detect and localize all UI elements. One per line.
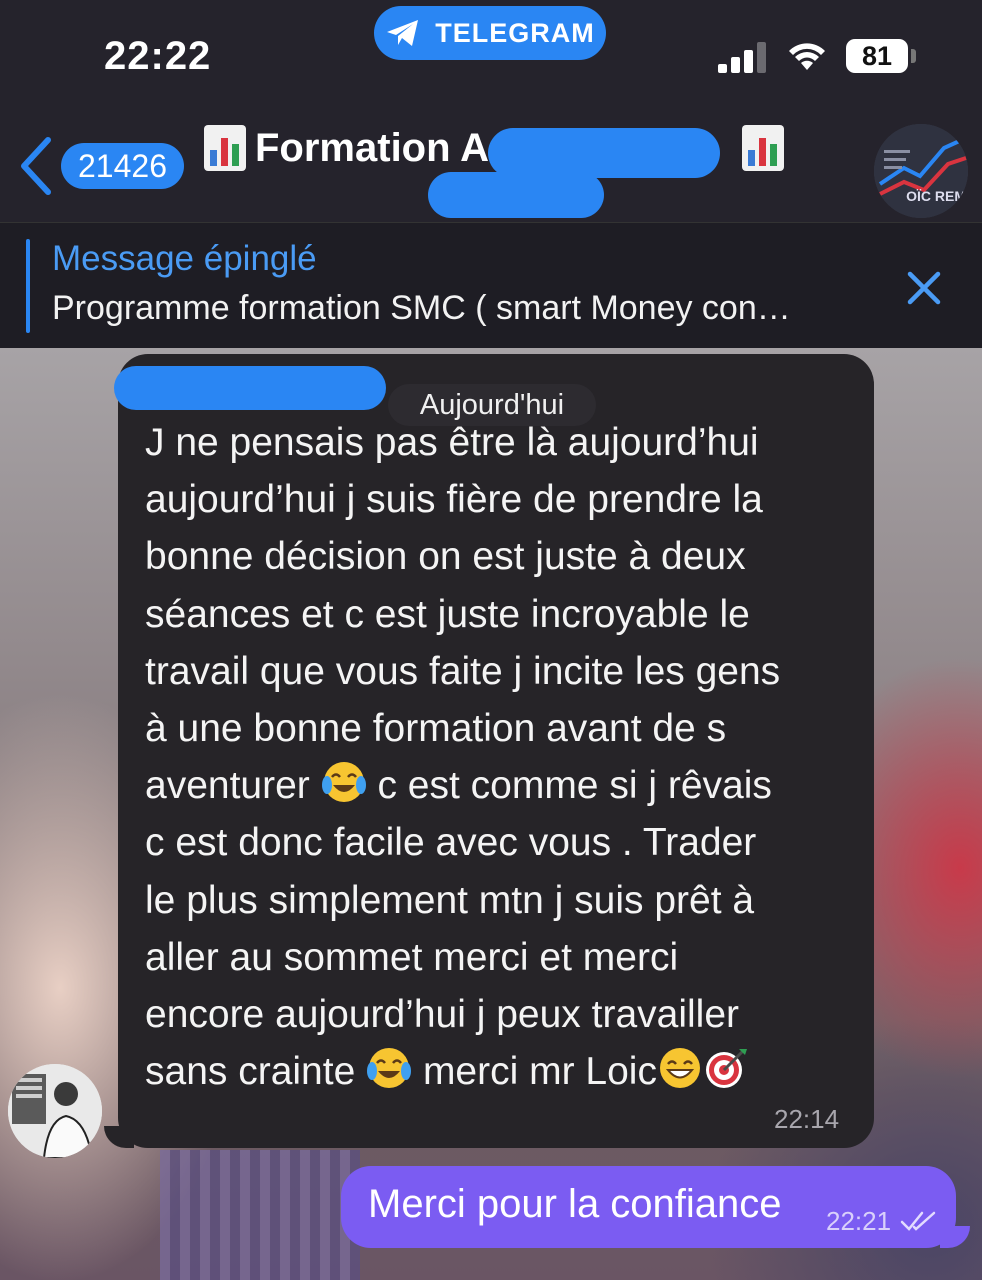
message-fragment: merci mr Loic xyxy=(412,1050,657,1094)
bar-chart-icon xyxy=(204,125,246,171)
outgoing-message-text: Merci pour la confiance xyxy=(368,1182,782,1226)
message-line: aller au sommet merci et merci xyxy=(145,935,679,979)
bar-chart-icon xyxy=(742,125,784,171)
message-fragment: aventurer xyxy=(145,764,321,808)
wifi-icon xyxy=(789,43,825,70)
tears-of-joy-emoji-icon xyxy=(321,762,366,803)
close-icon[interactable] xyxy=(904,268,944,308)
double-check-icon xyxy=(900,1211,936,1231)
message-line: à une bonne formation avant de s xyxy=(145,707,727,751)
redaction-scribble xyxy=(114,366,386,410)
message-fragment: c est comme si j rêvais xyxy=(366,764,772,808)
redaction-scribble xyxy=(488,128,720,178)
telegram-label: TELEGRAM xyxy=(435,17,595,48)
message-line: aventurer c est comme si j rêvais xyxy=(145,757,857,814)
battery-icon: 81 xyxy=(846,39,908,73)
message-fragment: sans crainte xyxy=(145,1050,367,1094)
battery-tip xyxy=(911,49,916,63)
redaction-scribble xyxy=(428,172,604,218)
message-line: le plus simplement mtn j suis prêt à xyxy=(145,878,755,922)
pinned-title: Message épinglé xyxy=(52,239,317,278)
direct-hit-emoji-icon xyxy=(705,1049,747,1089)
message-line: J ne pensais pas être là aujourd’hui xyxy=(145,421,759,464)
pinned-text: Programme formation SMC ( smart Money co… xyxy=(52,289,791,327)
message-line: bonne décision on est juste à deux xyxy=(145,535,746,579)
pinned-accent-line xyxy=(26,239,30,333)
message-line: aujourd’hui j suis fière de prendre la xyxy=(145,478,763,522)
message-line: encore aujourd’hui j peux travailler xyxy=(145,993,740,1037)
sender-avatar-image xyxy=(8,1064,102,1158)
pinned-message-bar[interactable]: Message épinglé Programme formation SMC … xyxy=(0,222,982,348)
wallpaper-detail xyxy=(160,1150,360,1280)
status-time: 22:22 xyxy=(104,34,212,78)
back-chevron-icon[interactable] xyxy=(18,136,54,196)
message-line: c est donc facile avec vous . Trader xyxy=(145,821,757,865)
incoming-message-text: J ne pensais pas être là aujourd’hui auj… xyxy=(145,414,857,1100)
incoming-message-time: 22:14 xyxy=(774,1104,840,1134)
telegram-pill[interactable]: TELEGRAM xyxy=(374,6,606,60)
message-line: sans crainte merci mr Loic xyxy=(145,1043,857,1100)
message-line: séances et c est juste incroyable le xyxy=(145,592,750,636)
telegram-plane-icon xyxy=(387,20,419,46)
back-unread-badge[interactable]: 21426 xyxy=(61,143,184,189)
message-line: travail que vous faite j incite les gens xyxy=(145,649,781,693)
outgoing-message-time: 22:21 xyxy=(826,1206,892,1236)
group-avatar[interactable]: OÏC REM xyxy=(874,124,968,218)
grinning-emoji-icon xyxy=(659,1048,700,1089)
group-avatar-label: OÏC REM xyxy=(906,188,966,204)
tears-of-joy-emoji-icon xyxy=(367,1048,412,1089)
signal-icon xyxy=(718,42,766,73)
sender-avatar[interactable] xyxy=(8,1064,102,1158)
